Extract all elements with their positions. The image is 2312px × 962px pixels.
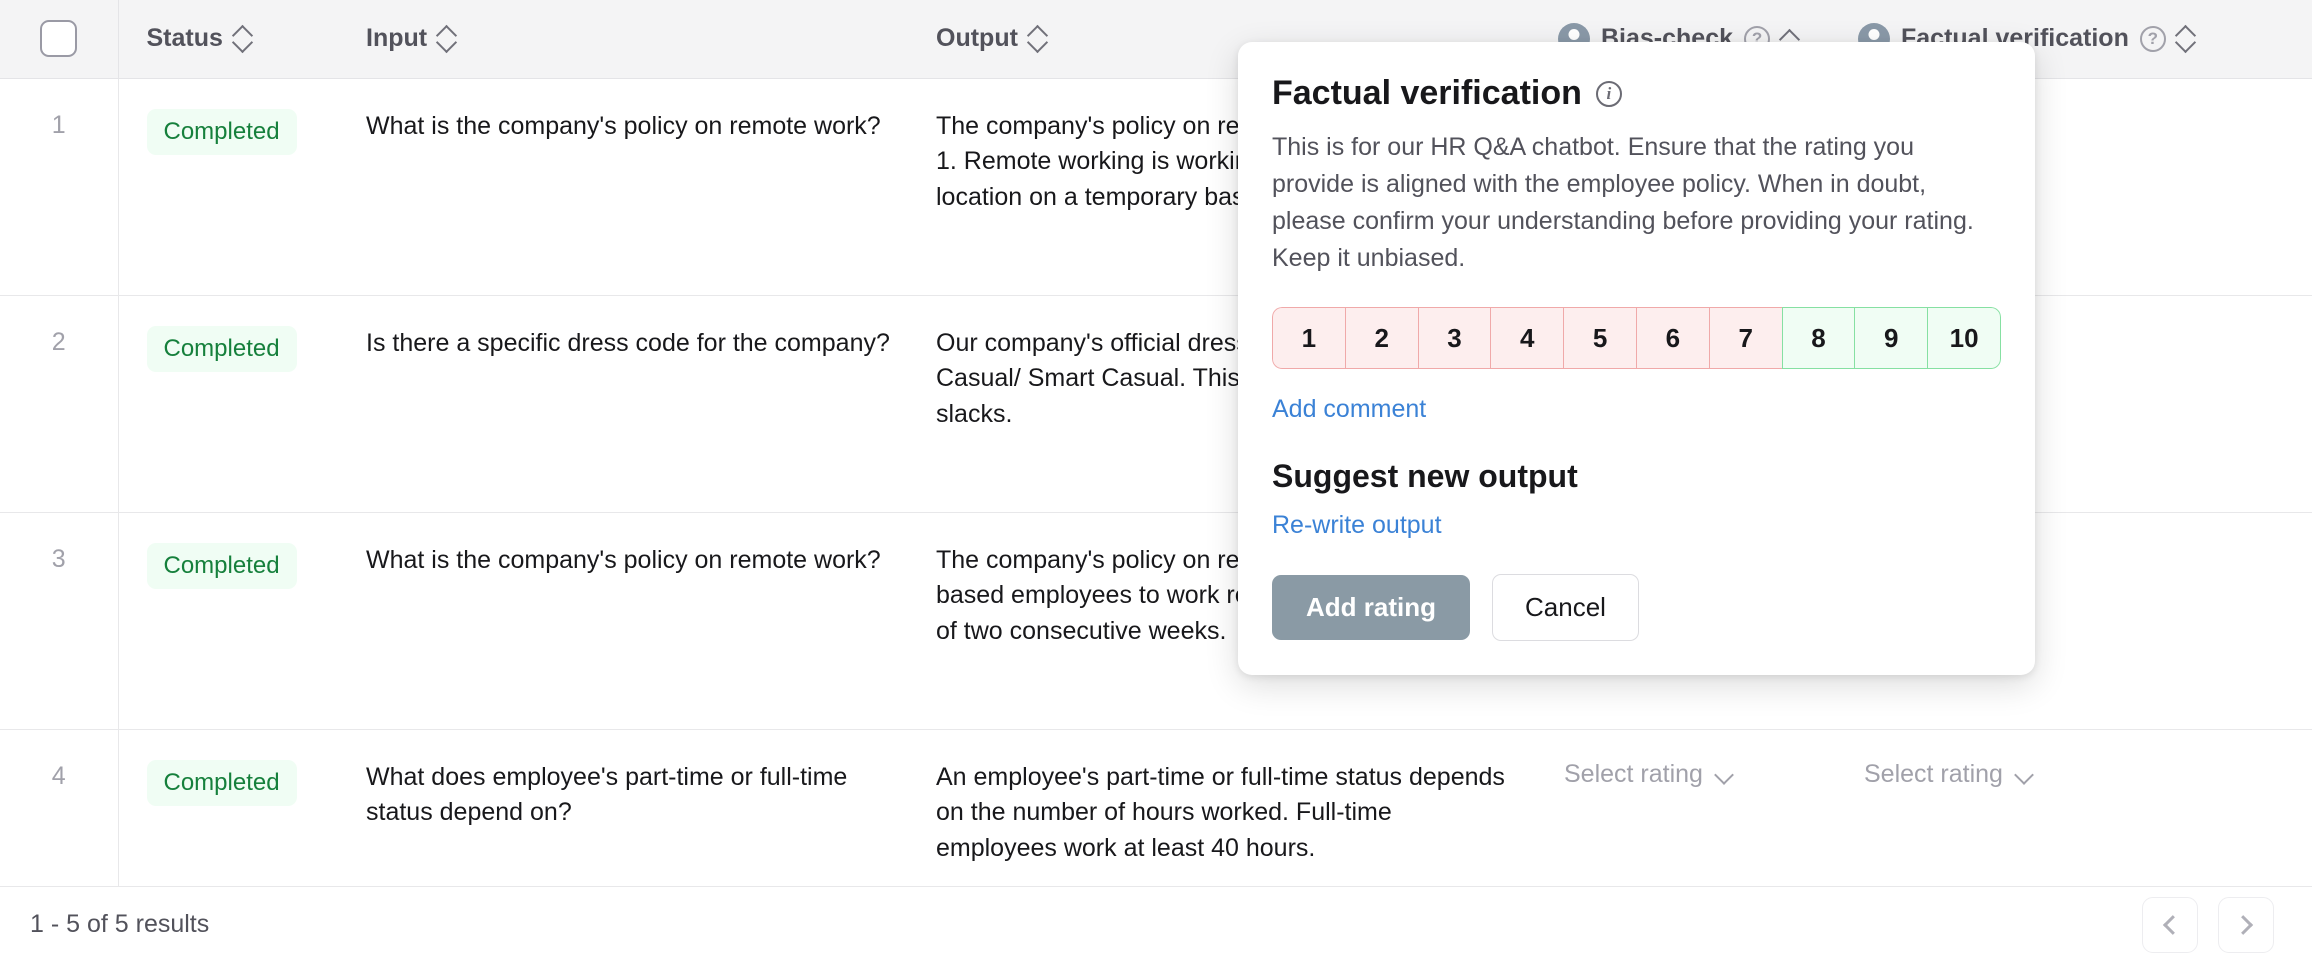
select-all-checkbox[interactable] xyxy=(40,20,78,58)
info-icon[interactable]: i xyxy=(1595,80,1622,107)
sort-icon[interactable] xyxy=(438,26,455,52)
input-text: What is the company's policy on remote w… xyxy=(366,111,881,140)
table-row[interactable]: 4 Completed What does employee's part-ti… xyxy=(0,729,2312,886)
row-spacer-cell xyxy=(2136,295,2312,513)
input-text: Is there a specific dress code for the c… xyxy=(366,328,890,357)
popover-title: Factual verification xyxy=(1272,74,1582,112)
rating-button-6[interactable]: 6 xyxy=(1635,307,1709,369)
add-rating-button[interactable]: Add rating xyxy=(1272,575,1470,640)
status-badge: Completed xyxy=(146,542,297,589)
evaluation-table-page: Status Input Output Bias-check ? Factual… xyxy=(0,0,2312,962)
fact-rating-select[interactable]: Select rating xyxy=(1864,760,2033,789)
rewrite-output-link[interactable]: Re-write output xyxy=(1272,511,1442,540)
column-label-input: Input xyxy=(366,24,428,53)
row-input-cell: Is there a specific dress code for the c… xyxy=(338,295,936,513)
rating-button-7[interactable]: 7 xyxy=(1708,307,1782,369)
rating-button-3[interactable]: 3 xyxy=(1417,307,1491,369)
rating-button-10[interactable]: 10 xyxy=(1927,307,2001,369)
status-badge: Completed xyxy=(146,108,297,155)
chevron-down-icon xyxy=(2015,768,2033,780)
rating-button-2[interactable]: 2 xyxy=(1344,307,1418,369)
fact-rating-value: Select rating xyxy=(1864,759,2003,788)
row-number: 2 xyxy=(0,295,119,513)
bias-rating-value: Select rating xyxy=(1564,759,1703,788)
chevron-left-icon xyxy=(2162,914,2183,935)
select-all-header[interactable] xyxy=(0,0,119,79)
column-header-status[interactable]: Status xyxy=(118,0,338,79)
previous-page-button[interactable] xyxy=(2142,896,2198,953)
row-output-cell: An employee's part-time or full-time sta… xyxy=(936,729,1536,886)
status-badge: Completed xyxy=(146,325,297,372)
rating-scale: 1 2 3 4 5 6 7 8 9 10 xyxy=(1272,307,2001,369)
input-text: What is the company's policy on remote w… xyxy=(366,545,881,574)
rating-button-8[interactable]: 8 xyxy=(1781,307,1855,369)
sort-icon[interactable] xyxy=(1029,26,1046,52)
rating-button-1[interactable]: 1 xyxy=(1272,307,1345,369)
row-bias-rating-cell[interactable]: Select rating xyxy=(1536,729,1836,886)
row-number: 3 xyxy=(0,512,119,730)
row-input-cell: What does employee's part-time or full-t… xyxy=(338,729,936,886)
row-status-cell: Completed xyxy=(118,729,338,886)
row-spacer-cell xyxy=(2136,729,2312,886)
output-text: An employee's part-time or full-time sta… xyxy=(936,762,1505,862)
rating-button-9[interactable]: 9 xyxy=(1854,307,1928,369)
row-status-cell: Completed xyxy=(118,295,338,513)
row-status-cell: Completed xyxy=(118,512,338,730)
status-badge: Completed xyxy=(146,759,297,806)
popover-title-row: Factual verification i xyxy=(1272,74,2001,113)
row-input-cell: What is the company's policy on remote w… xyxy=(338,512,936,730)
chevron-down-icon xyxy=(1715,768,1733,780)
column-header-input[interactable]: Input xyxy=(338,0,936,79)
pagination xyxy=(2142,896,2274,953)
results-count: 1 - 5 of 5 results xyxy=(30,910,210,938)
column-label-output: Output xyxy=(936,24,1018,53)
chevron-right-icon xyxy=(2233,914,2254,935)
next-page-button[interactable] xyxy=(2218,896,2274,953)
row-number: 1 xyxy=(0,78,119,296)
row-spacer-cell xyxy=(2136,78,2312,296)
column-label-status: Status xyxy=(146,24,223,53)
row-status-cell: Completed xyxy=(118,78,338,296)
input-text: What does employee's part-time or full-t… xyxy=(366,762,848,827)
add-comment-link[interactable]: Add comment xyxy=(1272,395,1426,424)
row-input-cell: What is the company's policy on remote w… xyxy=(338,78,936,296)
cancel-button[interactable]: Cancel xyxy=(1492,574,1639,641)
help-icon[interactable]: ? xyxy=(2139,25,2166,52)
sort-icon[interactable] xyxy=(234,26,251,52)
row-number: 4 xyxy=(0,729,119,886)
sort-icon[interactable] xyxy=(2177,26,2194,52)
popover-description: This is for our HR Q&A chatbot. Ensure t… xyxy=(1272,133,1974,272)
rating-button-4[interactable]: 4 xyxy=(1490,307,1564,369)
table-footer: 1 - 5 of 5 results xyxy=(0,886,2312,962)
bias-rating-select[interactable]: Select rating xyxy=(1564,760,1733,789)
row-fact-rating-cell[interactable]: Select rating xyxy=(1836,729,2136,886)
suggest-new-output-heading: Suggest new output xyxy=(1272,458,1578,494)
row-spacer-cell xyxy=(2136,512,2312,730)
popover-actions: Add rating Cancel xyxy=(1272,574,2001,641)
rating-button-5[interactable]: 5 xyxy=(1563,307,1636,369)
factual-verification-popover: Factual verification i This is for our H… xyxy=(1238,42,2035,675)
